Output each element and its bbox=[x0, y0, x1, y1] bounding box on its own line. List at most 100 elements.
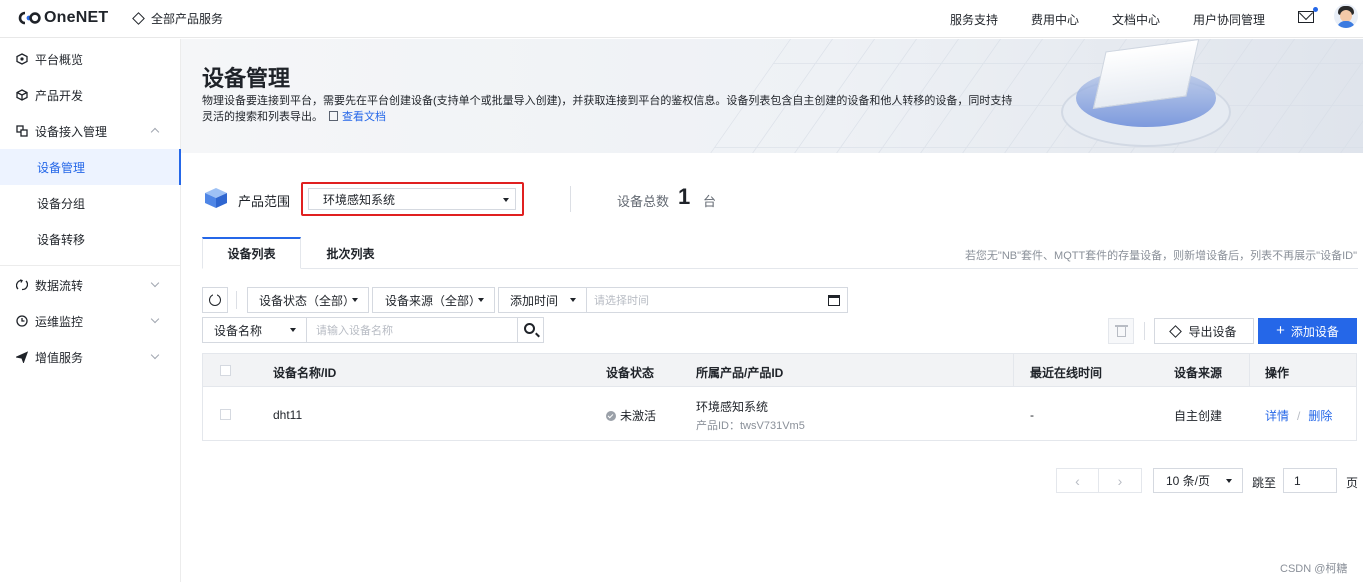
time-filter-select[interactable]: 添加时间 bbox=[498, 287, 587, 313]
export-label: 导出设备 bbox=[1188, 324, 1237, 339]
page-description: 物理设备要连接到平台，需要先在平台创建设备(支持单个或批量导入创建)，并获取连接… bbox=[202, 93, 1022, 125]
mail-icon[interactable] bbox=[1298, 11, 1314, 23]
status-filter-select[interactable]: 设备状态（全部） bbox=[247, 287, 369, 313]
search-field-value: 设备名称 bbox=[214, 323, 263, 338]
caret-down-icon bbox=[1226, 479, 1232, 483]
divider bbox=[1144, 322, 1145, 340]
column-header-product: 所属产品/产品ID bbox=[696, 366, 784, 380]
last-online-time: - bbox=[1030, 408, 1034, 422]
tab-device-list[interactable]: 设备列表 bbox=[202, 237, 301, 269]
sidebar-item-device-access[interactable]: 设备接入管理 bbox=[0, 113, 180, 149]
onenet-logo[interactable]: OneNET bbox=[17, 9, 108, 27]
row-actions: 详情 / 删除 bbox=[1265, 407, 1332, 424]
all-products-menu[interactable]: 全部产品服务 bbox=[132, 10, 224, 27]
all-products-label: 全部产品服务 bbox=[151, 12, 224, 26]
sidebar-item-label: 运维监控 bbox=[35, 314, 84, 329]
chevron-down-icon bbox=[150, 350, 160, 360]
device-total-label: 设备总数 bbox=[617, 194, 670, 209]
device-status-text: 未激活 bbox=[620, 409, 657, 423]
device-name-search-input[interactable]: 请输入设备名称 bbox=[306, 317, 518, 343]
cube-icon bbox=[16, 89, 28, 101]
page-banner: 设备管理 物理设备要连接到平台，需要先在平台创建设备(支持单个或批量导入创建)，… bbox=[181, 39, 1363, 153]
tab-hint-text: 若您无"NB"套件、MQTT套件的存量设备，则新增设备后，列表不再展示"设备ID… bbox=[964, 250, 1357, 262]
product-range-select[interactable]: 环境感知系统 bbox=[301, 182, 524, 216]
table-row: dht11 未激活 环境感知系统 产品ID：twsV731Vm5 - 自主创建 … bbox=[203, 388, 1356, 440]
page-jump-input[interactable]: 1 bbox=[1283, 468, 1337, 493]
nav-service-support[interactable]: 服务支持 bbox=[950, 11, 998, 28]
device-access-icon bbox=[16, 125, 28, 137]
jump-to-label: 跳至 bbox=[1252, 476, 1277, 490]
sidebar: 平台概览 产品开发 设备接入管理 设备管理 设备分组 设备转移 数据流转 运维监… bbox=[0, 39, 181, 582]
batch-delete-button[interactable] bbox=[1108, 318, 1134, 344]
logo-text: OneNET bbox=[44, 9, 109, 26]
chevron-down-icon bbox=[150, 314, 160, 324]
sidebar-item-overview[interactable]: 平台概览 bbox=[0, 41, 180, 77]
chevron-left-icon: ‹ bbox=[1075, 472, 1080, 489]
caret-down-icon bbox=[478, 298, 484, 302]
next-page-button[interactable]: › bbox=[1098, 468, 1142, 493]
table-header: 设备名称/ID 设备状态 所属产品/产品ID 最近在线时间 设备来源 操作 bbox=[203, 354, 1356, 387]
product-name: 环境感知系统 bbox=[696, 400, 769, 414]
column-header-status: 设备状态 bbox=[606, 366, 655, 380]
device-total-unit: 台 bbox=[703, 194, 717, 209]
overview-icon bbox=[16, 53, 28, 65]
source-filter-value: 设备来源（全部） bbox=[385, 293, 482, 308]
sidebar-item-product-dev[interactable]: 产品开发 bbox=[0, 77, 180, 113]
detail-link[interactable]: 详情 bbox=[1265, 409, 1289, 423]
diamond-icon bbox=[132, 12, 145, 25]
caret-down-icon bbox=[352, 298, 358, 302]
tab-batch-list[interactable]: 批次列表 bbox=[301, 237, 400, 269]
onenet-logo-icon bbox=[17, 10, 41, 26]
sidebar-sub-device-group[interactable]: 设备分组 bbox=[0, 185, 180, 221]
date-picker-placeholder: 请选择时间 bbox=[594, 295, 649, 307]
prev-page-button[interactable]: ‹ bbox=[1056, 468, 1099, 493]
search-field-select[interactable]: 设备名称 bbox=[202, 317, 307, 343]
sidebar-item-data-flow[interactable]: 数据流转 bbox=[0, 267, 180, 303]
select-all-checkbox[interactable] bbox=[220, 365, 231, 376]
product-range-label: 产品范围 bbox=[238, 194, 291, 209]
row-checkbox[interactable] bbox=[220, 409, 231, 420]
product-id: 产品ID：twsV731Vm5 bbox=[696, 420, 805, 432]
page-size-value: 10 条/页 bbox=[1166, 474, 1211, 488]
nav-doc-center[interactable]: 文档中心 bbox=[1112, 11, 1160, 28]
action-separator: / bbox=[1297, 409, 1301, 423]
page-title: 设备管理 bbox=[202, 66, 291, 91]
sidebar-divider bbox=[0, 265, 180, 266]
export-icon bbox=[1169, 324, 1183, 338]
date-picker-input[interactable]: 请选择时间 bbox=[586, 287, 848, 313]
column-divider bbox=[1249, 354, 1250, 387]
nav-user-collab[interactable]: 用户协同管理 bbox=[1193, 11, 1265, 28]
search-placeholder: 请输入设备名称 bbox=[316, 325, 393, 337]
add-device-button[interactable]: + 添加设备 bbox=[1258, 318, 1357, 344]
plus-icon: + bbox=[1276, 322, 1285, 339]
caret-down-icon bbox=[290, 328, 296, 332]
watermark-text: CSDN @柯糖 bbox=[1280, 563, 1348, 575]
document-icon bbox=[329, 111, 338, 121]
view-docs-link[interactable]: 查看文档 bbox=[342, 111, 386, 123]
sidebar-sub-device-management[interactable]: 设备管理 bbox=[0, 149, 181, 185]
column-resize-handle[interactable] bbox=[1013, 354, 1014, 387]
user-avatar[interactable] bbox=[1334, 4, 1358, 28]
sidebar-item-ops-monitor[interactable]: 运维监控 bbox=[0, 303, 180, 339]
column-header-actions: 操作 bbox=[1265, 366, 1290, 380]
device-total-count: 1 bbox=[678, 184, 691, 209]
refresh-button[interactable] bbox=[202, 287, 228, 313]
monitor-icon bbox=[16, 315, 28, 327]
page-size-select[interactable]: 10 条/页 bbox=[1153, 468, 1243, 493]
top-navbar: OneNET 全部产品服务 服务支持 费用中心 文档中心 用户协同管理 bbox=[0, 0, 1363, 38]
product-range-icon bbox=[203, 186, 229, 210]
status-check-icon bbox=[606, 411, 616, 421]
nav-billing-center[interactable]: 费用中心 bbox=[1031, 11, 1079, 28]
chevron-right-icon: › bbox=[1117, 472, 1123, 489]
sidebar-item-value-added[interactable]: 增值服务 bbox=[0, 339, 180, 375]
product-range-value-box[interactable]: 环境感知系统 bbox=[308, 188, 516, 210]
source-filter-select[interactable]: 设备来源（全部） bbox=[372, 287, 495, 313]
export-devices-button[interactable]: 导出设备 bbox=[1154, 318, 1254, 344]
search-button[interactable] bbox=[517, 317, 544, 343]
device-table: 设备名称/ID 设备状态 所属产品/产品ID 最近在线时间 设备来源 操作 dh… bbox=[202, 353, 1357, 441]
column-header-last-online: 最近在线时间 bbox=[1030, 366, 1103, 380]
sidebar-sub-device-transfer[interactable]: 设备转移 bbox=[0, 221, 180, 257]
data-flow-icon bbox=[16, 279, 28, 291]
calendar-icon[interactable] bbox=[828, 295, 840, 306]
delete-link[interactable]: 删除 bbox=[1308, 409, 1332, 423]
